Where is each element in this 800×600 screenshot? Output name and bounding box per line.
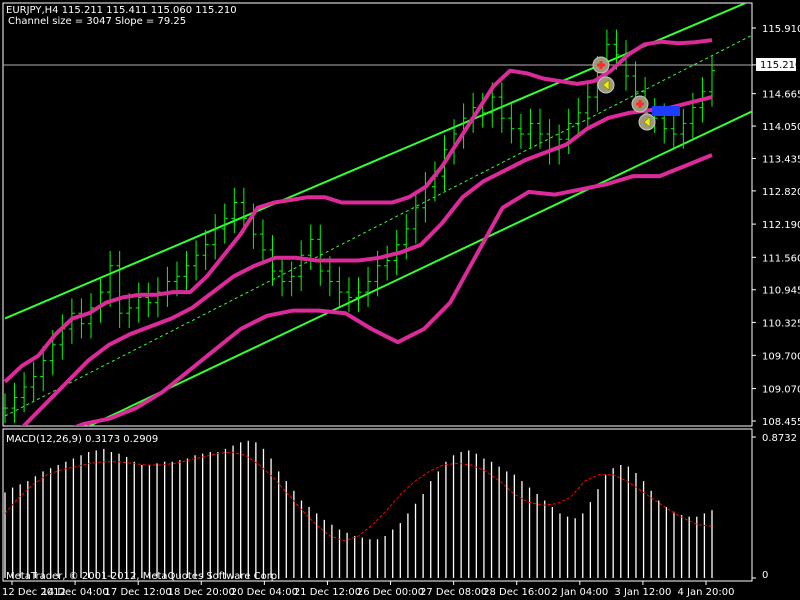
time-axis-label: 2 Jan 04:00 <box>551 587 608 598</box>
macd-axis-label: 0 <box>762 570 768 581</box>
time-axis-label: 14 Dec 04:00 <box>41 587 108 598</box>
time-axis-label: 20 Dec 04:00 <box>231 587 298 598</box>
channel-info-label: Channel size = 3047 Slope = 79.25 <box>8 16 186 27</box>
time-axis-label: 21 Dec 12:00 <box>294 587 361 598</box>
time-axis-label: 27 Dec 08:00 <box>420 587 487 598</box>
time-axis: 12 Dec 201214 Dec 04:0017 Dec 12:0018 De… <box>2 581 734 598</box>
order-zone-highlight <box>652 106 680 116</box>
price-axis: 115.910 114.665 114.050 113.435 112.820 112.1… <box>752 24 800 428</box>
macd-indicator-label: MACD(12,26,9) 0.3173 0.2909 <box>6 434 158 445</box>
copyright-footer: MetaTrader, © 2001-2012, MetaQuotes Soft… <box>6 571 280 582</box>
price-axis-label: 109.700 <box>762 351 800 362</box>
price-axis-label: 114.050 <box>762 122 800 133</box>
main-chart-frame <box>2 2 753 427</box>
order-marker-buy[interactable] <box>631 95 649 113</box>
price-axis-label: 114.665 <box>762 90 800 101</box>
order-marker-buy[interactable] <box>592 56 610 74</box>
macd-axis-label: 0.8732 <box>762 433 797 444</box>
mt4-chart-window: 115.910 114.665 114.050 113.435 112.820 112.1… <box>2 2 800 598</box>
time-axis-label: 4 Jan 20:00 <box>678 587 735 598</box>
price-axis-label: 110.945 <box>762 286 800 297</box>
price-axis-label: 109.070 <box>762 385 800 396</box>
symbol-info-label: EURJPY,H4 115.211 115.411 115.060 115.21… <box>6 5 237 16</box>
price-axis-label: 111.560 <box>762 253 800 264</box>
macd-axis: 0.8732 0 <box>752 433 797 581</box>
time-axis-label: 28 Dec 16:00 <box>483 587 550 598</box>
price-axis-label: 115.910 <box>762 24 800 35</box>
time-axis-label: 18 Dec 20:00 <box>168 587 235 598</box>
price-axis-label: 112.190 <box>762 220 800 231</box>
price-axis-label: 110.325 <box>762 318 800 329</box>
price-axis-label: 108.455 <box>762 417 800 428</box>
price-badge-value: 115.210 <box>760 60 800 71</box>
order-marker-sell[interactable] <box>597 76 615 94</box>
price-axis-label: 113.435 <box>762 154 800 165</box>
time-axis-label: 26 Dec 00:00 <box>357 587 424 598</box>
time-axis-label: 3 Jan 12:00 <box>614 587 671 598</box>
price-axis-label: 112.820 <box>762 187 800 198</box>
time-axis-label: 17 Dec 12:00 <box>105 587 172 598</box>
order-marker-sell[interactable] <box>638 113 656 131</box>
